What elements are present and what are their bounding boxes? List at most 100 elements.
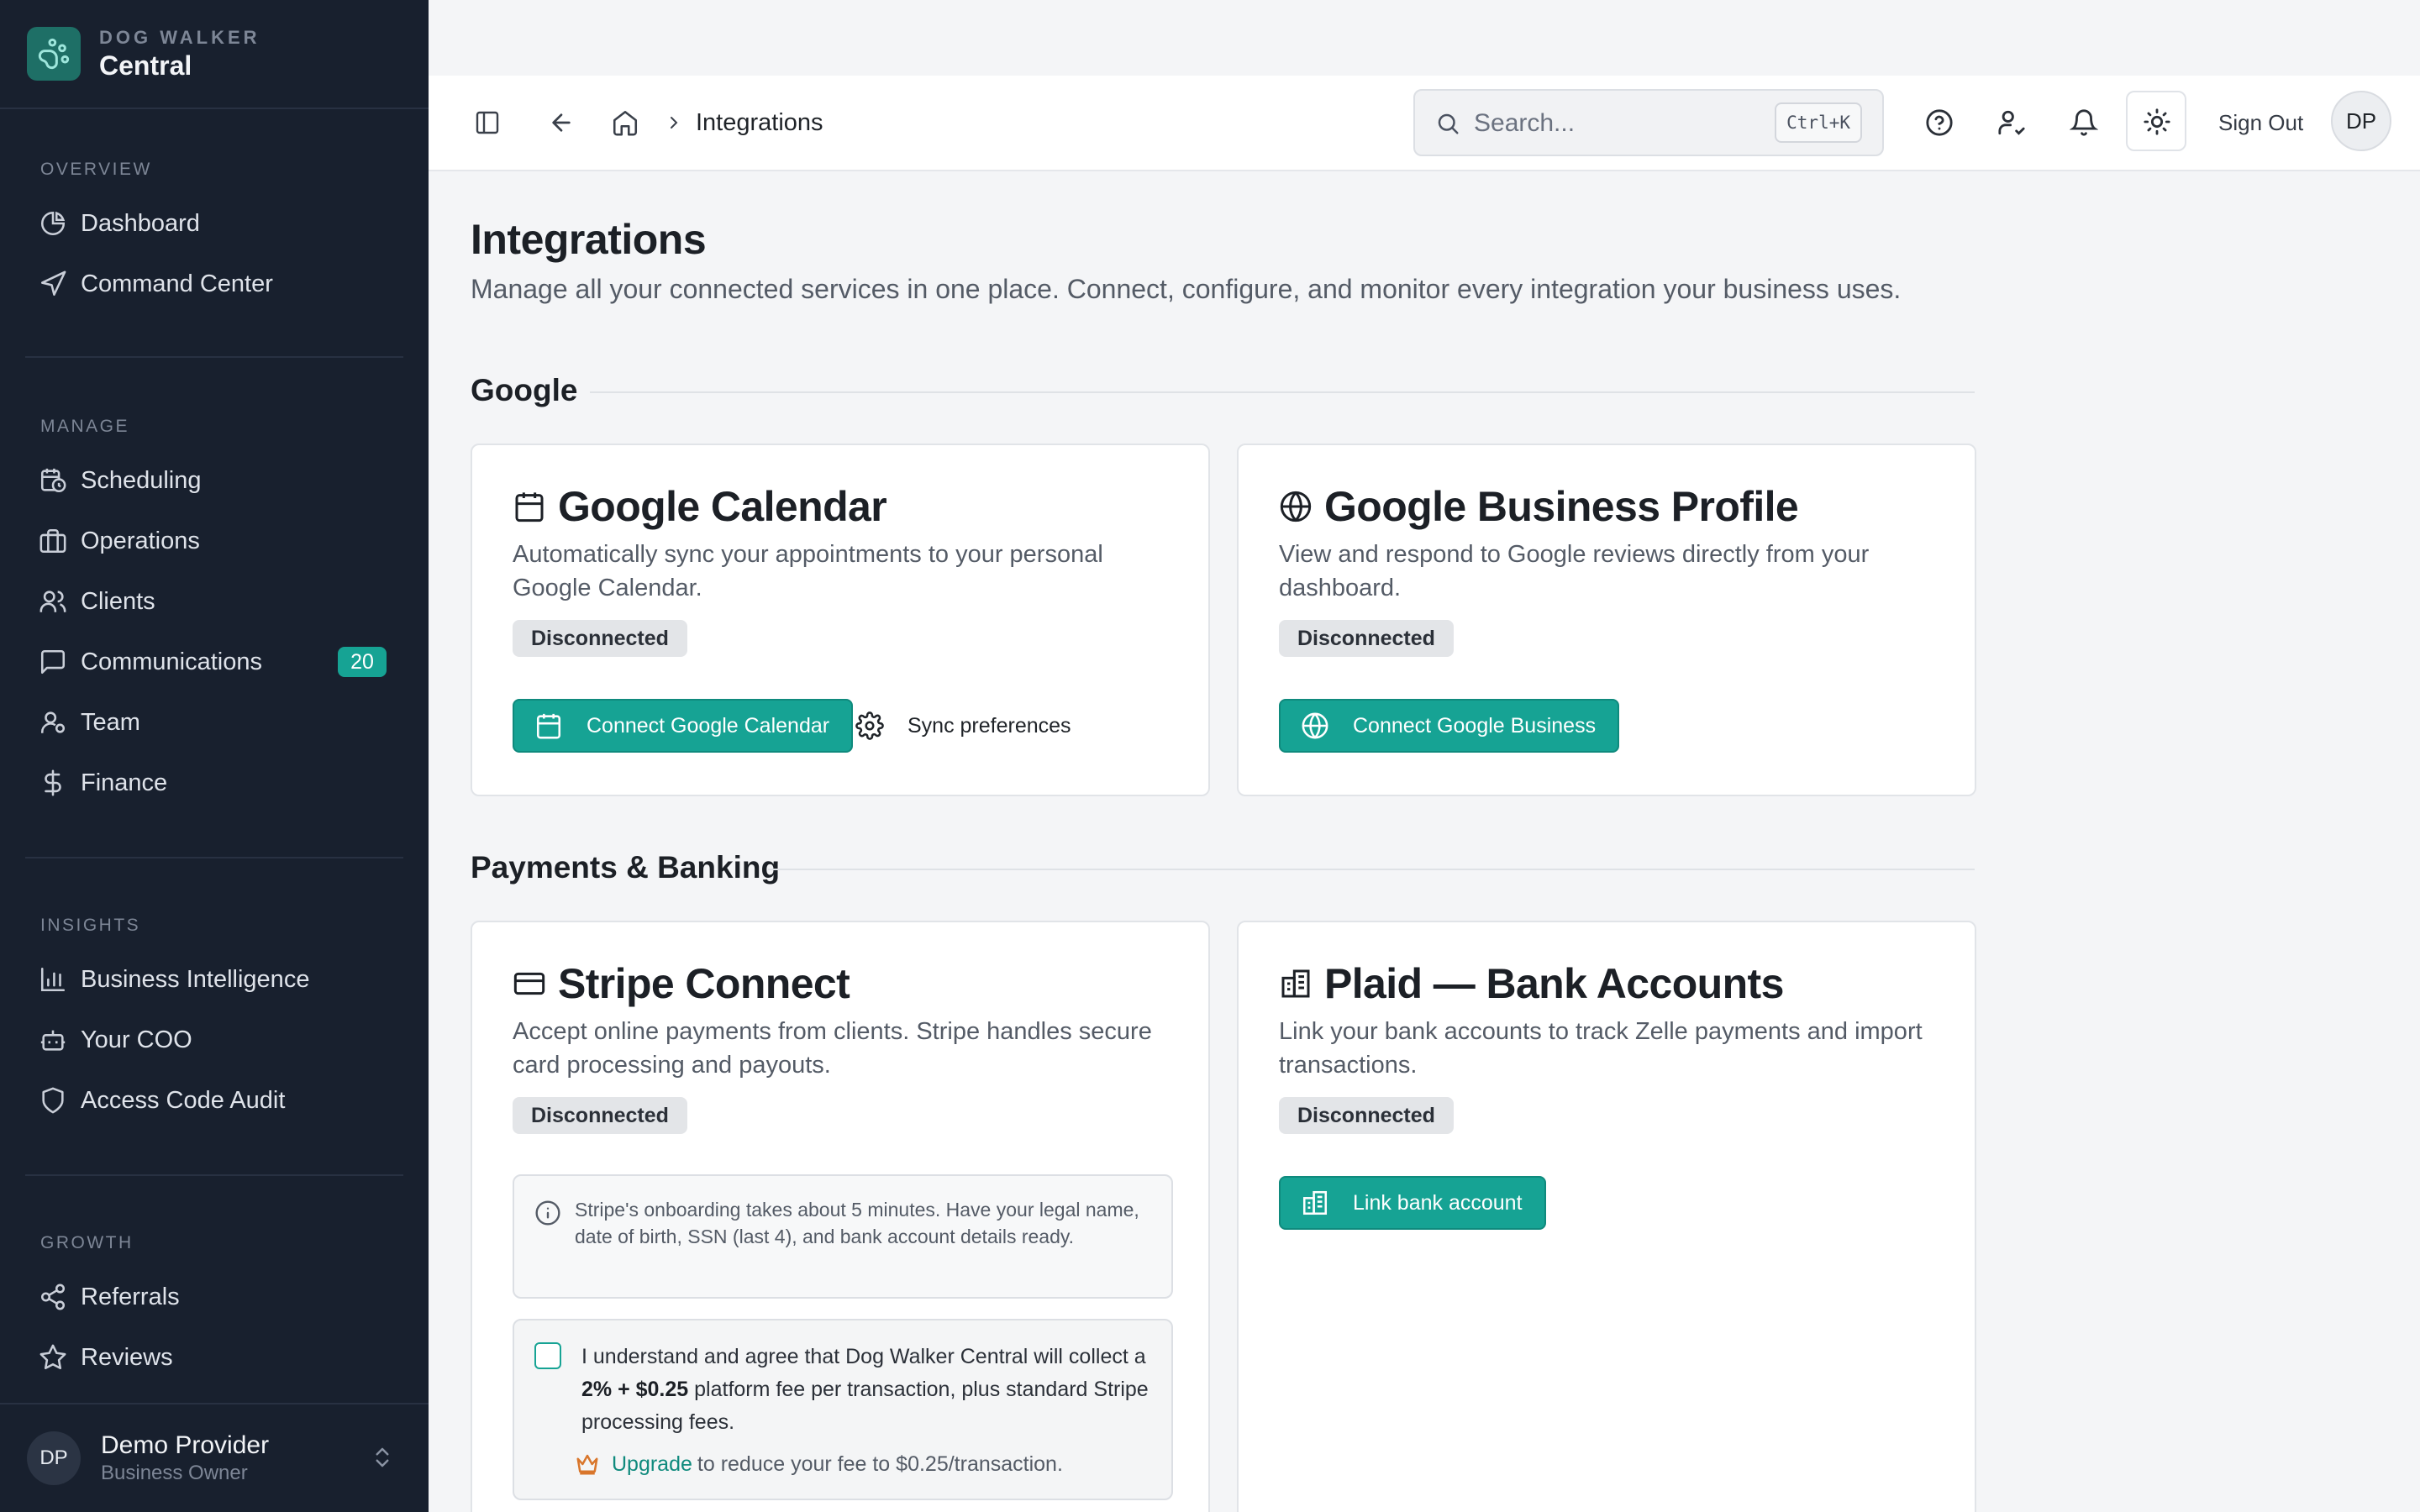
chevrons-up-down-icon [376,1447,389,1467]
search-box[interactable]: Ctrl+K [1413,89,1884,156]
button-label: Connect Google Business [1353,713,1597,738]
search-input[interactable] [1474,106,1760,141]
nav-heading: OVERVIEW [40,160,152,179]
agree-text: I understand and agree that Dog Walker C… [581,1341,1153,1439]
status-badge: Disconnected [1279,620,1454,657]
shield-icon [42,1087,64,1114]
nav-heading: MANAGE [40,417,130,436]
sidebar-item-command-center[interactable]: Command Center [0,254,429,314]
avatar[interactable]: DP [2331,91,2391,151]
sync-preferences-button[interactable]: Sync preferences [855,699,1071,753]
connect-google-calendar-button[interactable]: Connect Google Calendar [513,699,854,753]
nav-heading: GROWTH [40,1233,134,1252]
link-bank-account-button[interactable]: Link bank account [1279,1176,1546,1230]
sidebar-item-label: Communications [81,648,262,675]
card-title: Plaid — Bank Accounts [1324,960,1784,1007]
nav-heading: INSIGHTS [40,916,141,935]
sidebar: DOG WALKER Central OVERVIEW Dashboard Co… [0,0,429,1512]
gear-icon [855,711,884,740]
home-button[interactable] [608,106,642,139]
sidebar-panel-icon [476,111,499,134]
sidebar-item-label: Team [81,708,140,736]
upgrade-line: Upgrade to reduce your fee to $0.25/tran… [575,1452,1063,1477]
section-divider [768,869,1975,870]
toggle-sidebar-button[interactable] [471,106,504,139]
sun-icon [2144,108,2170,135]
sidebar-item-reviews[interactable]: Reviews [0,1327,429,1388]
sidebar-item-label: Dashboard [81,209,200,237]
google-calendar-card: Google Calendar Automatically sync your … [471,444,1210,796]
calendar-icon [515,492,544,522]
button-label: Sync preferences [908,713,1071,738]
connect-google-business-button[interactable]: Connect Google Business [1279,699,1620,753]
sidebar-item-business-intelligence[interactable]: Business Intelligence [0,949,429,1010]
sidebar-item-team[interactable]: Team [0,692,429,753]
sidebar-item-clients[interactable]: Clients [0,571,429,632]
sidebar-item-label: Business Intelligence [81,965,310,993]
card-title: Google Business Profile [1324,483,1799,530]
card-description: Automatically sync your appointments to … [513,541,1103,601]
fee-agreement-box: I understand and agree that Dog Walker C… [513,1319,1173,1500]
section-title-payments: Payments & Banking [471,850,781,885]
sidebar-item-label: Scheduling [81,466,202,494]
agree-fee-checkbox[interactable] [534,1342,561,1369]
sidebar-item-label: Operations [81,527,200,554]
calendar-icon [536,713,561,739]
navigation-arrow-icon [40,270,66,297]
nav-divider [25,857,403,858]
stripe-connect-card: Stripe Connect Accept online payments fr… [471,921,1210,1512]
stripe-onboarding-info: Stripe's onboarding takes about 5 minute… [513,1174,1173,1299]
sidebar-item-dashboard[interactable]: Dashboard [0,193,429,254]
page-subtitle: Manage all your connected services in on… [471,274,1902,304]
nav-section-manage: MANAGE Scheduling Operations Clients Com… [0,412,429,813]
sidebar-item-operations[interactable]: Operations [0,511,429,571]
sidebar-item-access-code-audit[interactable]: Access Code Audit [0,1070,429,1131]
page-title: Integrations [471,216,707,263]
globe-icon [1302,712,1328,739]
paw-logo-icon [27,27,81,81]
sidebar-item-label: Referrals [81,1283,180,1310]
brand[interactable]: DOG WALKER Central [0,0,429,109]
info-icon [535,1200,560,1226]
notifications-button[interactable] [2067,106,2101,139]
sidebar-item-finance[interactable]: Finance [0,753,429,813]
user-check-icon [1998,110,2025,135]
section-title-google: Google [471,373,578,407]
arrow-left-icon [552,113,571,132]
card-title: Google Calendar [558,483,887,530]
info-text: Stripe's onboarding takes about 5 minute… [575,1199,1139,1247]
sidebar-item-label: Access Code Audit [81,1086,286,1114]
star-icon [39,1344,66,1370]
agree-fee-amount: 2% + $0.25 [581,1378,689,1401]
nav-section-growth: GROWTH Referrals Reviews [0,1228,429,1388]
card-title: Stripe Connect [558,960,850,1007]
user-team-icon [40,711,66,733]
user-menu[interactable]: DP Demo Provider Business Owner [0,1403,429,1512]
help-button[interactable] [1923,106,1956,139]
briefcase-icon [39,528,66,554]
sidebar-item-label: Clients [81,587,155,615]
agree-text-pre: I understand and agree that Dog Walker C… [581,1345,1146,1368]
button-label: Connect Google Calendar [587,713,830,738]
back-button[interactable] [544,106,578,139]
crown-icon [576,1454,598,1475]
globe-icon [1280,491,1312,522]
chevron-right-icon [671,117,678,129]
user-check-button[interactable] [1995,106,2028,139]
theme-toggle-button[interactable] [2126,91,2186,151]
robot-icon [40,1030,66,1051]
sidebar-item-communications[interactable]: Communications 20 [0,632,429,692]
status-badge: Disconnected [1279,1097,1454,1134]
google-business-profile-card: Google Business Profile View and respond… [1237,444,1976,796]
sidebar-item-scheduling[interactable]: Scheduling [0,450,429,511]
dollar-sign-icon [45,769,61,796]
sign-out-button[interactable]: Sign Out [2218,106,2303,139]
sidebar-item-your-coo[interactable]: Your COO [0,1010,429,1070]
plaid-bank-accounts-card: Plaid — Bank Accounts Link your bank acc… [1237,921,1976,1512]
breadcrumb-current: Integrations [696,109,823,136]
upgrade-link[interactable]: Upgrade [612,1452,692,1477]
card-description: View and respond to Google reviews direc… [1279,541,1870,601]
search-shortcut-hint: Ctrl+K [1775,102,1862,143]
brand-name: Central [99,50,192,81]
sidebar-item-referrals[interactable]: Referrals [0,1267,429,1327]
